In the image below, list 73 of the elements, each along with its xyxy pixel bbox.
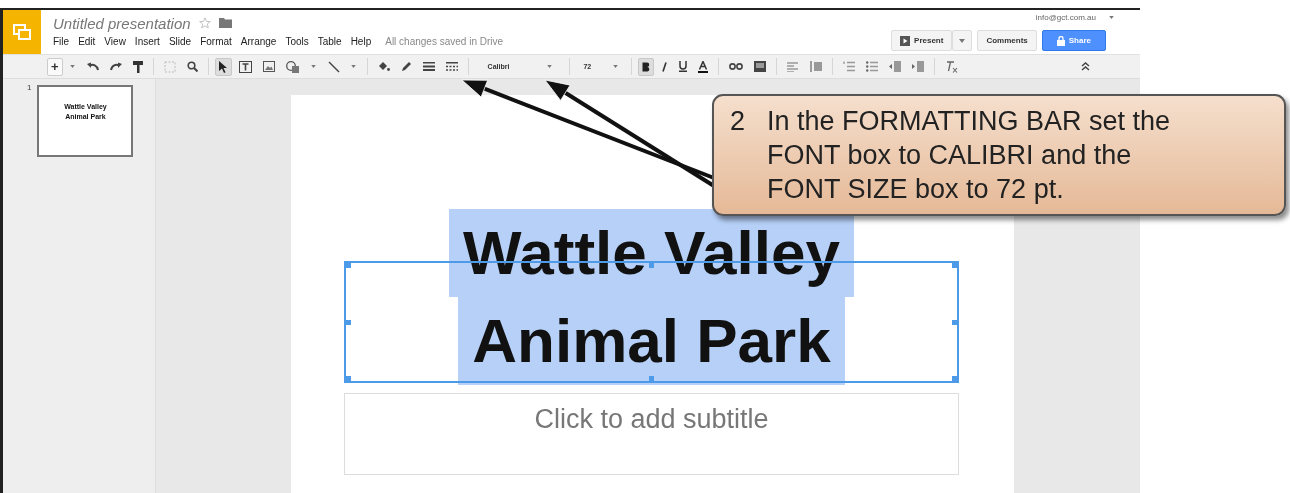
- instruction-text: In the FORMATTING BAR set the FONT box to CALIBRI and the FONT SIZE box to 72 pt.: [767, 105, 1172, 206]
- undo-icon: [86, 62, 99, 71]
- account-menu[interactable]: info@gct.com.au: [1035, 13, 1096, 22]
- menu-item[interactable]: Format: [200, 36, 232, 47]
- dashed-lines-icon: [445, 62, 458, 71]
- resize-handle[interactable]: [952, 319, 957, 325]
- menu-item[interactable]: Insert: [134, 36, 160, 47]
- zoom-icon: [186, 61, 198, 72]
- link-icon: [729, 63, 744, 70]
- subtitle-placeholder[interactable]: Click to add subtitle: [344, 393, 959, 475]
- underline-icon: [679, 61, 688, 72]
- menu-item[interactable]: Tools: [285, 36, 309, 47]
- menu-item[interactable]: Help: [350, 36, 372, 47]
- line-icon: [327, 60, 340, 73]
- image-icon: [262, 61, 275, 72]
- menu-item[interactable]: Edit: [78, 36, 96, 47]
- line-spacing-icon: [809, 61, 823, 72]
- slide-title[interactable]: Animal Park: [458, 297, 845, 385]
- caret-icon: [547, 65, 553, 68]
- slides-icon: [12, 23, 32, 41]
- present-options-button[interactable]: [952, 30, 973, 51]
- caret-icon: [613, 65, 619, 68]
- comments-button[interactable]: Comments: [977, 30, 1037, 51]
- menu-item[interactable]: File: [53, 36, 70, 47]
- lock-icon: [1056, 35, 1065, 46]
- new-slide-button[interactable]: +: [47, 57, 63, 76]
- slide-title[interactable]: Wattle Valley: [449, 209, 854, 297]
- line-weight-icon: [422, 62, 435, 71]
- step-number: 2: [730, 105, 746, 138]
- folder-icon[interactable]: [218, 18, 232, 28]
- text-box-icon: [238, 60, 252, 73]
- paint-roller-icon: [132, 60, 143, 73]
- caret-icon: [70, 65, 76, 68]
- indent-icon: [912, 61, 925, 72]
- paint-bucket-icon: [377, 61, 390, 72]
- present-button[interactable]: Present: [891, 30, 953, 51]
- resize-handle[interactable]: [346, 263, 351, 268]
- bold-icon: [642, 61, 651, 72]
- bulleted-list-icon: [866, 61, 879, 72]
- save-status[interactable]: All changes saved in Drive: [385, 36, 504, 47]
- resize-handle[interactable]: [346, 319, 351, 325]
- resize-handle[interactable]: [952, 263, 957, 268]
- numbered-list-icon: [843, 61, 856, 72]
- bold-button[interactable]: [638, 57, 655, 76]
- select-frame-icon: [163, 60, 176, 73]
- resize-handle[interactable]: [952, 376, 957, 381]
- document-title[interactable]: Untitled presentation: [53, 14, 191, 32]
- italic-icon: [661, 61, 669, 72]
- caret-icon[interactable]: [1109, 16, 1114, 19]
- star-icon[interactable]: [198, 17, 211, 29]
- pointer-button[interactable]: [214, 57, 232, 76]
- resize-handle[interactable]: [649, 263, 654, 268]
- resize-handle[interactable]: [346, 376, 351, 381]
- menu-item[interactable]: View: [104, 36, 126, 47]
- clear-formatting-icon: [945, 60, 959, 73]
- text-color-icon: [698, 60, 709, 73]
- slide-number: 1: [27, 83, 32, 94]
- double-chevron-icon: [1081, 62, 1090, 71]
- shapes-icon: [285, 60, 300, 73]
- comment-icon: [754, 61, 767, 72]
- redo-icon: [109, 62, 122, 71]
- caret-icon: [351, 65, 357, 68]
- indent-icon: [889, 61, 902, 72]
- pencil-icon: [400, 61, 412, 72]
- resize-handle[interactable]: [649, 376, 654, 381]
- menu-item[interactable]: Arrange: [240, 36, 277, 47]
- menu-item[interactable]: Table: [317, 36, 342, 47]
- cursor-icon: [218, 60, 228, 73]
- caret-icon: [311, 65, 317, 68]
- menu-item[interactable]: Slide: [168, 36, 192, 47]
- caret-icon: [959, 38, 966, 43]
- play-icon: [900, 35, 911, 46]
- align-left-icon: [787, 61, 799, 72]
